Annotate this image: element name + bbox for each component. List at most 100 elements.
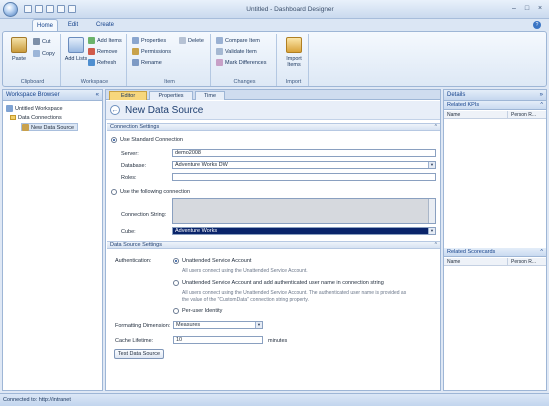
redo-icon[interactable] [57, 5, 65, 13]
roles-input[interactable] [172, 173, 436, 181]
scrollbar[interactable] [428, 199, 435, 223]
server-input[interactable]: demo2008 [172, 149, 436, 157]
unattended-username-description: All users connect using the Unattended S… [182, 290, 407, 296]
group-label: Clipboard [20, 79, 45, 85]
validate-icon [216, 48, 223, 56]
cache-lifetime-input[interactable]: 10 [173, 336, 263, 344]
group-changes: Compare Item Validate Item Mark Differen… [213, 34, 277, 86]
column-name[interactable]: Name [447, 258, 460, 266]
close-button[interactable]: × [534, 4, 546, 14]
cut-button[interactable]: Cut [33, 38, 51, 47]
tab-edit[interactable]: Edit [62, 19, 84, 31]
cache-unit-label: minutes [268, 338, 288, 344]
collapse-icon[interactable]: « [96, 90, 99, 101]
permissions-icon [132, 48, 139, 56]
rename-icon [132, 59, 139, 67]
data-source-settings-header[interactable]: Data Source Settings ^ [107, 241, 440, 249]
kpi-column-headers: Name Person R... [444, 111, 546, 119]
add-lists-button[interactable]: Add Lists [64, 37, 88, 73]
tree-item-new-data-source[interactable]: New Data Source [21, 123, 79, 132]
unattended-username-label: Unattended Service Account and add authe… [182, 280, 384, 286]
cube-dropdown[interactable]: Adventure Works ▼ [172, 227, 436, 235]
chevron-down-icon: ▼ [428, 162, 435, 168]
tab-time[interactable]: Time [195, 91, 225, 100]
data-source-icon [22, 124, 29, 132]
delete-icon [179, 37, 186, 45]
tree-item-data-connections[interactable]: Data Connections [10, 114, 62, 122]
properties-button[interactable]: Properties [132, 37, 166, 46]
group-workspace: Add Lists Add Items Remove Refresh Works… [63, 34, 127, 86]
mark-differences-icon [216, 59, 223, 67]
copy-button[interactable]: Copy [33, 50, 55, 59]
chevron-down-icon: ▼ [428, 228, 435, 234]
help-icon[interactable]: ? [533, 21, 541, 29]
group-label: Import [285, 79, 302, 85]
details-pane: Details » Related KPIs ^ Name Person R..… [443, 89, 547, 391]
compare-item-button[interactable]: Compare Item [216, 37, 260, 46]
mark-differences-button[interactable]: Mark Differences [216, 59, 266, 68]
roles-label: Roles: [121, 175, 137, 181]
authentication-label: Authentication: [115, 258, 152, 264]
maximize-button[interactable]: □ [521, 4, 533, 14]
connection-settings-header[interactable]: Connection Settings ^ [107, 123, 440, 131]
workspace-icon [6, 105, 13, 113]
related-scorecards-header[interactable]: Related Scorecards ^ [444, 248, 546, 257]
column-name[interactable]: Name [447, 111, 460, 119]
column-person[interactable]: Person R... [507, 258, 536, 266]
validate-item-button[interactable]: Validate Item [216, 48, 257, 57]
database-dropdown[interactable]: Adventure Works DW ▼ [172, 161, 436, 169]
group-clipboard: Paste Cut Copy Clipboard [5, 34, 61, 86]
undo-icon[interactable] [46, 5, 54, 13]
unattended-username-radio[interactable] [173, 280, 179, 286]
custom-connection-radio[interactable] [111, 189, 117, 195]
unattended-description: All users connect using the Unattended S… [182, 268, 308, 274]
folder-icon [10, 115, 16, 121]
workspace-browser-header: Workspace Browser « [3, 90, 102, 101]
formatting-dimension-dropdown[interactable]: Measures ▼ [173, 321, 263, 329]
custom-connection-label: Use the following connection [120, 189, 191, 195]
unattended-username-description: the value of the "CustomData" connection… [182, 297, 309, 303]
per-user-label: Per-user Identity [182, 308, 223, 314]
collapse-icon[interactable]: ^ [540, 101, 543, 110]
import-icon [286, 37, 302, 53]
permissions-button[interactable]: Permissions [132, 48, 171, 57]
refresh-button[interactable]: Refresh [88, 59, 116, 68]
connection-string-textarea[interactable] [172, 198, 436, 224]
workspace-browser: Workspace Browser « Untitled Workspace D… [2, 89, 103, 391]
rename-button[interactable]: Rename [132, 59, 162, 68]
save-icon[interactable] [24, 5, 32, 13]
collapse-icon[interactable]: ^ [435, 124, 437, 131]
remove-icon [88, 48, 95, 56]
column-person[interactable]: Person R... [507, 111, 536, 119]
test-data-source-button[interactable]: Test Data Source [114, 349, 164, 359]
standard-connection-radio[interactable] [111, 137, 117, 143]
tab-create[interactable]: Create [92, 19, 118, 31]
remove-button[interactable]: Remove [88, 48, 117, 57]
paste-button[interactable]: Paste [7, 37, 31, 73]
tab-home[interactable]: Home [32, 19, 58, 31]
tab-properties[interactable]: Properties [149, 91, 193, 100]
back-arrow-icon[interactable]: ← [110, 105, 120, 115]
add-icon [88, 37, 95, 45]
delete-button[interactable]: Delete [179, 37, 204, 46]
import-items-button[interactable]: Import Items [282, 37, 306, 73]
related-kpis-header[interactable]: Related KPIs ^ [444, 101, 546, 110]
group-label: Item [164, 79, 175, 85]
tab-editor[interactable]: Editor [109, 91, 147, 100]
collapse-icon[interactable]: » [540, 90, 543, 101]
new-icon[interactable] [35, 5, 43, 13]
ribbon: Paste Cut Copy Clipboard Add Lists Add I… [2, 31, 547, 87]
collapse-icon[interactable]: ^ [540, 248, 543, 257]
editor-tabs: Editor Properties Time [106, 90, 440, 100]
quick-access-dropdown-icon[interactable] [68, 5, 76, 13]
tree-item-workspace[interactable]: Untitled Workspace [6, 105, 63, 113]
minimize-button[interactable]: – [508, 4, 520, 14]
add-items-button[interactable]: Add Items [88, 37, 122, 46]
scorecard-column-headers: Name Person R... [444, 258, 546, 266]
database-label: Database: [121, 163, 147, 169]
per-user-radio[interactable] [173, 308, 179, 314]
unattended-radio[interactable] [173, 258, 179, 264]
collapse-icon[interactable]: ^ [435, 242, 437, 249]
office-button[interactable] [3, 2, 18, 17]
data-source-header: ← New Data Source [106, 101, 440, 120]
